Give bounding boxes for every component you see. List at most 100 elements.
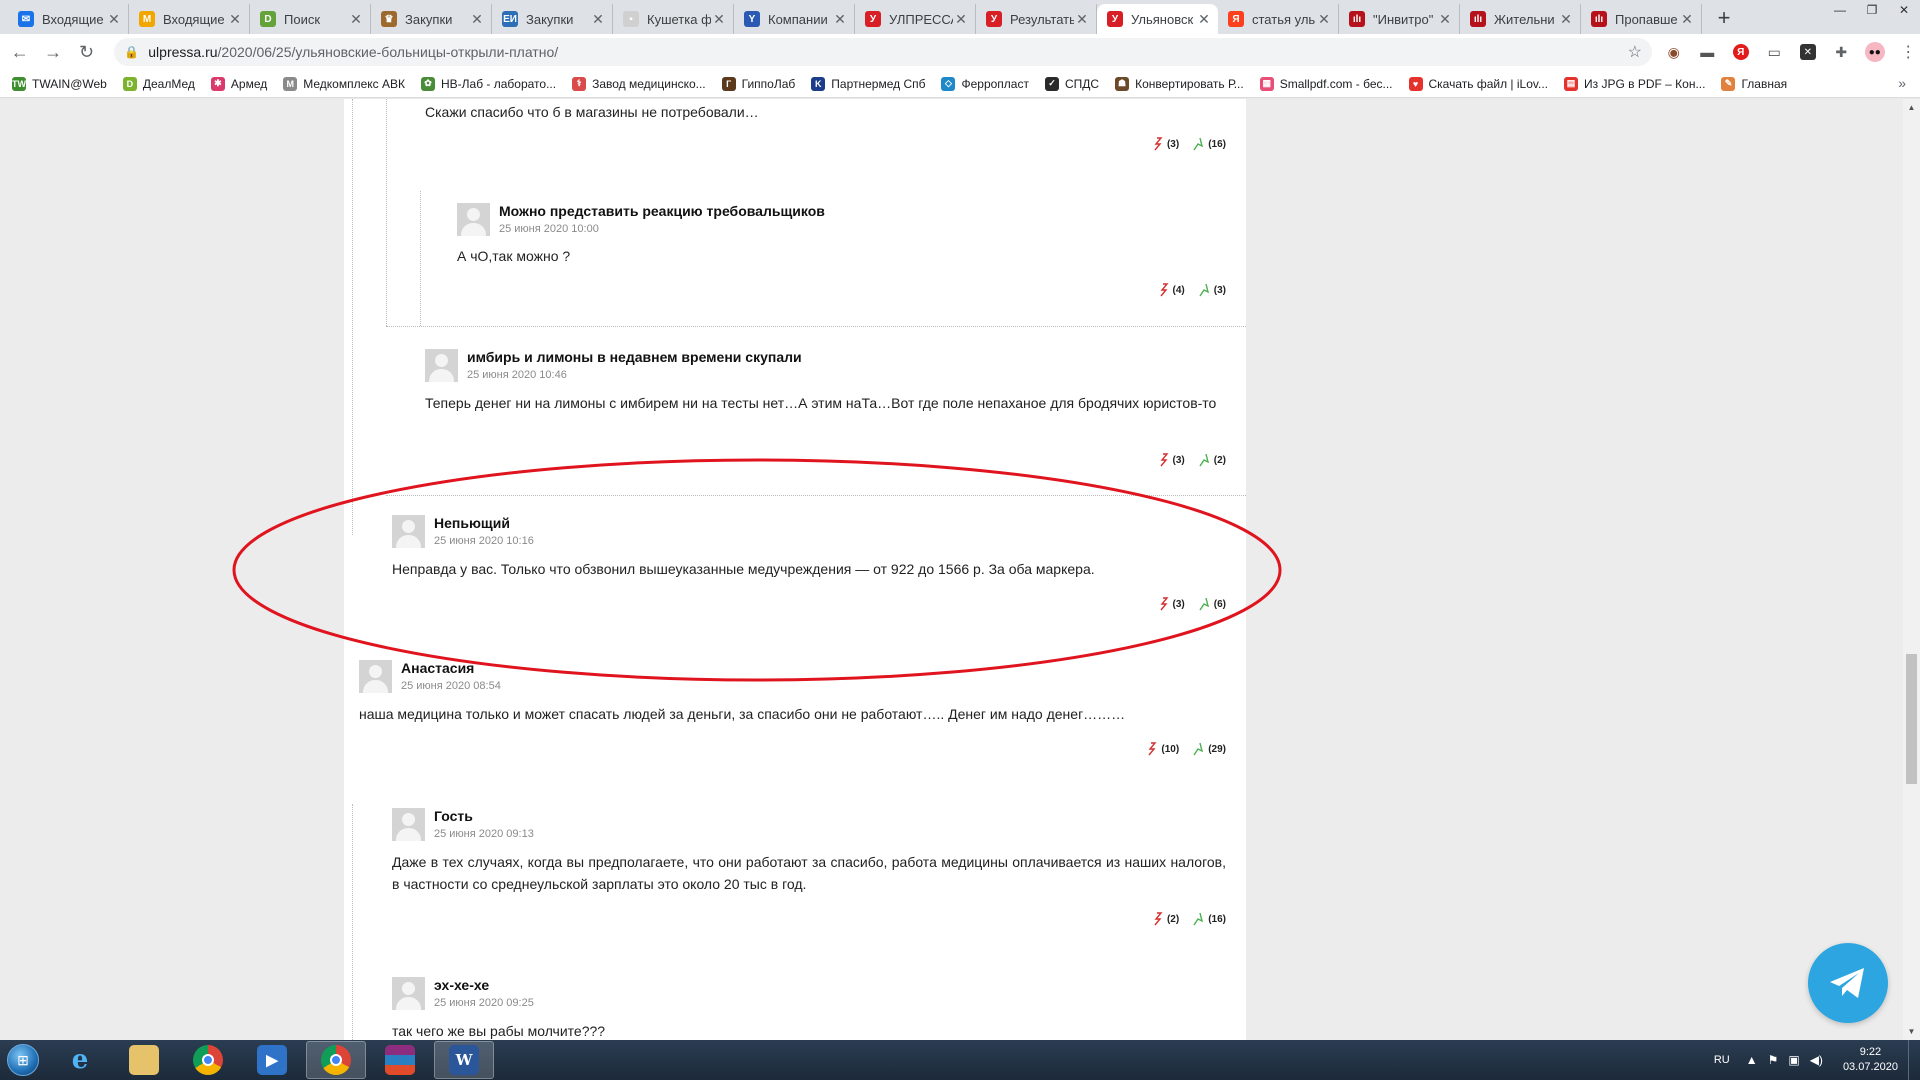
tab-close-icon[interactable]: ✕ [1074, 11, 1090, 28]
taskbar-explorer[interactable] [114, 1041, 174, 1079]
close-window-icon[interactable]: ✕ [1888, 0, 1920, 20]
profile-avatar[interactable]: ●● [1863, 40, 1887, 64]
bookmark-item[interactable]: ✓ СПДС [1044, 76, 1099, 91]
tab-close-icon[interactable]: ✕ [469, 11, 485, 28]
comment-item: имбирь и лимоны в недавнем времени скупа… [425, 349, 1226, 479]
tab-close-icon[interactable]: ✕ [227, 11, 243, 28]
flag-icon[interactable]: ⚑ [1768, 1053, 1779, 1067]
extension-icon-3[interactable]: ▭ [1763, 40, 1787, 64]
browser-tab[interactable]: ✉ Входящие ✕ [8, 4, 129, 34]
show-desktop-button[interactable] [1908, 1040, 1920, 1080]
browser-tab[interactable]: ılı Пропавше ✕ [1581, 4, 1702, 34]
network-icon[interactable]: ▣ [1788, 1053, 1799, 1067]
lock-icon[interactable]: 🔒 [124, 45, 139, 59]
extension-icon-1[interactable]: ◉ [1662, 40, 1686, 64]
taskbar-chrome-active[interactable] [306, 1041, 366, 1079]
tab-close-icon[interactable]: ✕ [590, 11, 606, 28]
taskbar-word[interactable]: W [434, 1041, 494, 1079]
bookmarks-overflow-icon[interactable]: » [1898, 75, 1906, 91]
bookmark-item[interactable]: Г ГиппоЛаб [721, 76, 795, 91]
volume-icon[interactable]: ◀) [1810, 1053, 1823, 1067]
vote-down-button[interactable]: (4) [1159, 283, 1185, 297]
browser-tab[interactable]: Ястатья уль ✕ [1218, 4, 1339, 34]
page-scrollbar[interactable]: ▲ ▼ [1903, 99, 1920, 1040]
tab-close-icon[interactable]: ✕ [1316, 11, 1332, 28]
browser-tab[interactable]: ılı Жительни ✕ [1460, 4, 1581, 34]
bookmark-item[interactable]: ⚕ Завод медицинско... [572, 76, 706, 91]
telegram-share-button[interactable] [1808, 943, 1888, 1023]
back-button[interactable]: ← [6, 38, 33, 66]
bookmark-item[interactable]: ✱ Армед [210, 76, 267, 91]
extension-icon-2[interactable]: ▬ [1696, 40, 1720, 64]
bookmark-item[interactable]: K Партнермед Спб [811, 76, 925, 91]
minimize-icon[interactable]: — [1824, 0, 1856, 20]
bookmark-item[interactable]: TW TWAIN@Web [12, 76, 107, 91]
vote-down-button[interactable]: (3) [1159, 453, 1185, 467]
reload-button[interactable]: ↻ [73, 38, 100, 66]
bookmark-item[interactable]: ☗ Конвертировать Р... [1115, 76, 1244, 91]
tab-close-icon[interactable]: ✕ [106, 11, 122, 28]
vote-up-button[interactable]: (16) [1193, 137, 1226, 151]
vote-up-button[interactable]: (29) [1193, 742, 1226, 756]
scrollbar-thumb[interactable] [1906, 654, 1917, 784]
tab-close-icon[interactable]: ✕ [953, 11, 969, 28]
browser-tab[interactable]: ılı "Инвитро" ✕ [1339, 4, 1460, 34]
address-bar[interactable]: 🔒 ulpressa.ru /2020/06/25/ульяновские-бо… [114, 38, 1653, 66]
taskbar-media-player[interactable]: ▶ [242, 1041, 302, 1079]
browser-tab[interactable]: D Поиск ✕ [250, 4, 371, 34]
browser-tab[interactable]: ▪ Кушетка ф ✕ [613, 4, 734, 34]
vote-up-button[interactable]: (6) [1199, 597, 1226, 611]
taskbar-ie[interactable]: e [50, 1041, 110, 1079]
bookmark-item[interactable]: M Медкомплекс АВК [283, 76, 405, 91]
yandex-extension-icon[interactable]: Я [1729, 40, 1753, 64]
comment-author: имбирь и лимоны в недавнем времени скупа… [467, 349, 802, 365]
vote-down-button[interactable]: (3) [1153, 137, 1179, 151]
browser-tab[interactable]: У УЛПРЕССА ✕ [855, 4, 976, 34]
tab-close-icon[interactable]: ✕ [1437, 11, 1453, 28]
browser-tab[interactable]: M Входящие ✕ [129, 4, 250, 34]
bookmark-item[interactable]: ♥ Скачать файл | iLov... [1408, 76, 1548, 91]
taskbar-winrar[interactable] [370, 1041, 430, 1079]
browser-tab[interactable]: Y Компании ✕ [734, 4, 855, 34]
browser-tab[interactable]: У Ульяновск ✕ [1097, 4, 1218, 34]
bookmark-item[interactable]: ▦ Smallpdf.com - бес... [1259, 76, 1393, 91]
taskbar-chrome[interactable] [178, 1041, 238, 1079]
tab-close-icon[interactable]: ✕ [711, 11, 727, 28]
bookmark-item[interactable]: D ДеалМед [122, 76, 195, 91]
scroll-down-icon[interactable]: ▼ [1903, 1023, 1920, 1040]
vote-up-button[interactable]: (2) [1199, 453, 1226, 467]
vote-down-button[interactable]: (3) [1159, 597, 1185, 611]
forward-button[interactable]: → [39, 38, 66, 66]
tab-close-icon[interactable]: ✕ [1679, 11, 1695, 28]
browser-tab[interactable]: ♛ Закупки ✕ [371, 4, 492, 34]
tab-close-icon[interactable]: ✕ [832, 11, 848, 28]
language-indicator[interactable]: RU [1714, 1054, 1730, 1066]
vote-down-button[interactable]: (2) [1153, 912, 1179, 926]
vote-up-button[interactable]: (16) [1193, 912, 1226, 926]
bookmark-item[interactable]: ▤ Из JPG в PDF – Кон... [1564, 76, 1705, 91]
menu-kebab-icon[interactable]: ⋮ [1897, 40, 1920, 64]
bookmark-item[interactable]: ✿ НВ-Лаб - лаборато... [420, 76, 556, 91]
comment-item: Скажи спасибо что б в магазины не потреб… [425, 99, 1226, 159]
bookmark-favicon-icon: ✓ [1044, 76, 1059, 91]
bookmark-star-icon[interactable]: ☆ [1628, 42, 1642, 62]
tab-close-icon[interactable]: ✕ [1558, 11, 1574, 28]
start-button[interactable]: ⊞ [0, 1040, 46, 1080]
new-tab-button[interactable]: + [1710, 4, 1738, 32]
browser-tab[interactable]: ЕИ Закупки ✕ [492, 4, 613, 34]
extensions-puzzle-icon[interactable]: ✚ [1830, 40, 1854, 64]
scroll-up-icon[interactable]: ▲ [1903, 99, 1920, 116]
maximize-icon[interactable]: ❐ [1856, 0, 1888, 20]
tab-close-icon[interactable]: ✕ [348, 11, 364, 28]
vote-down-button[interactable]: (10) [1147, 742, 1179, 756]
extension-icon-4[interactable]: ✕ [1796, 40, 1820, 64]
browser-tab[interactable]: У Результаты ✕ [976, 4, 1097, 34]
bookmark-item[interactable]: ◇ Ферропласт [941, 76, 1029, 91]
tray-expand-icon[interactable]: ▲ [1746, 1053, 1758, 1067]
system-clock[interactable]: 9:22 03.07.2020 [1843, 1045, 1898, 1075]
tab-favicon-icon: ılı [1470, 11, 1486, 27]
thread-line [386, 495, 1246, 496]
bookmark-item[interactable]: ✎ Главная [1721, 76, 1787, 91]
tab-close-icon[interactable]: ✕ [1196, 11, 1212, 28]
vote-up-button[interactable]: (3) [1199, 283, 1226, 297]
